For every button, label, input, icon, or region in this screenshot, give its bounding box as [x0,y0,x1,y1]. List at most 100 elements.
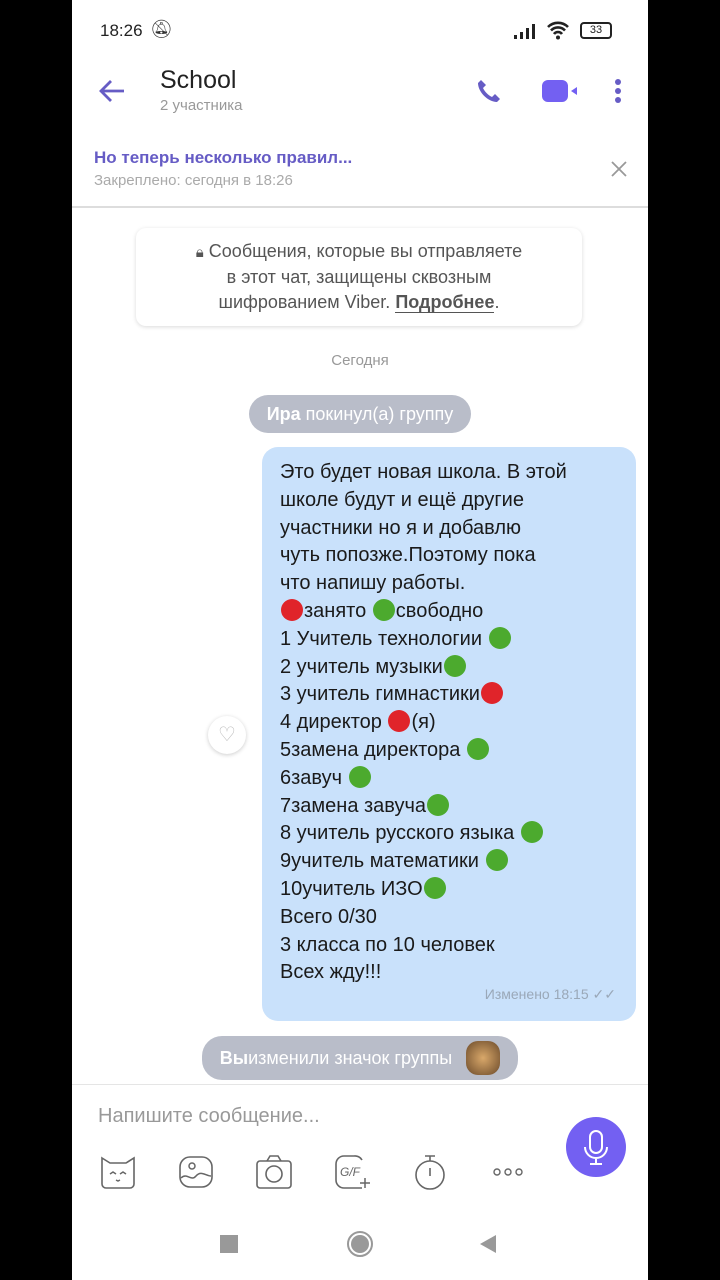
notice-text: . [494,292,500,312]
line-text: 5замена директора [280,738,466,761]
message-line: 2 учитель музыки [280,654,636,682]
mute-icon: 🔕︎ [150,19,173,39]
user-name: Вы [219,1048,249,1068]
chat-title[interactable]: School [160,66,236,95]
user-name: Ира [266,404,301,424]
more-vertical-icon[interactable] [613,78,623,104]
system-text: покинул(а) группу [300,404,454,424]
close-pin-icon[interactable] [610,160,628,178]
more-horizontal-icon[interactable] [488,1152,528,1192]
line-text: 1 Учитель технологии [280,627,488,650]
red-circle-icon [281,598,303,621]
encryption-notice: 🔒︎ Сообщения, которые вы отправляете в э… [136,228,582,326]
line-text: 8 учитель русского языка [280,822,520,845]
message-line: участники но я и добавлю [280,515,636,543]
phone-icon[interactable] [476,78,502,104]
message-line: 4 директор (я) [280,709,636,737]
message-line: 10учитель ИЗО [280,876,636,904]
video-call-icon[interactable] [540,78,580,104]
header-divider [72,206,648,208]
message-line: 5замена директора [280,737,636,765]
line-text: Это будет новая школа. В этой [280,461,567,483]
participants-count: 2 участника [160,97,243,114]
green-circle-icon [466,737,489,760]
pinned-message-title[interactable]: Но теперь несколько правил... [94,148,352,168]
message-line: 3 учитель гимнастики [280,681,636,709]
battery-icon: 33 [580,22,612,39]
svg-text:G/F: G/F [340,1165,361,1179]
timer-icon[interactable] [410,1152,450,1192]
notice-text: шифрованием Viber. [218,292,391,312]
line-text: школе будут и ещё другие [280,488,524,511]
green-circle-icon [423,876,446,899]
wifi-icon [547,21,569,40]
line-text: участники но я и добавлю [280,516,521,539]
line-text: занято [304,599,372,622]
message-line: 9учитель математики [280,848,636,876]
learn-more-link[interactable]: Подробнее [395,292,495,313]
voice-message-button[interactable] [566,1117,626,1177]
system-text: изменили значок группы [248,1048,453,1068]
status-bar: 18:26 🔕︎ 33 [72,0,648,60]
green-circle-icon [488,626,511,649]
sticker-icon[interactable] [98,1152,138,1192]
back-arrow-icon[interactable] [98,78,126,104]
message-line: 3 класса по 10 человек [280,932,636,960]
edited-timestamp: Изменено 18:15 [484,986,589,1003]
line-text: 2 учитель музыки [280,655,443,678]
recent-apps-button[interactable] [220,1235,238,1253]
lock-icon: 🔒︎ [195,244,204,261]
message-line: что напишу работы. [280,570,636,598]
green-circle-icon [427,793,450,816]
date-separator: Сегодня [331,352,389,369]
line-text: 9учитель математики [280,850,485,873]
pinned-message-info: Закреплено: сегодня в 18:26 [94,172,293,189]
message-line: занято свободно [280,598,636,626]
green-circle-icon [485,849,508,872]
red-circle-icon [388,710,411,733]
line-text: Всех жду!!! [280,961,382,984]
clock: 18:26 [100,21,143,40]
gallery-icon[interactable] [176,1152,216,1192]
line-text: (я) [411,711,436,734]
camera-icon[interactable] [254,1152,294,1192]
line-text: чуть попозже.Поэтому пока [280,544,536,567]
like-heart-icon[interactable]: ♡ [208,716,246,754]
message-line: 1 Учитель технологии [280,626,636,654]
message-line: чуть попозже.Поэтому пока [280,542,636,570]
system-message-left: Ира покинул(а) группу [72,395,648,433]
line-text: свободно [395,599,484,622]
notice-text: в этот чат, защищены сквозным [226,267,492,287]
line-text: 6завуч [280,766,348,789]
line-text: 4 директор [280,711,388,734]
line-text: 3 учитель гимнастики [280,683,480,706]
signal-icon [514,24,535,39]
home-button[interactable] [347,1231,373,1257]
notice-text: Сообщения, которые вы отправляете [208,241,523,261]
line-text: что напишу работы. [280,572,466,595]
viber-chat-screen: 18:26 🔕︎ 33 School 2 участника Но теперь… [72,0,648,1280]
message-line: 7замена завуча [280,793,636,821]
group-icon-thumbnail [466,1041,501,1075]
line-text: 10учитель ИЗО [280,877,423,900]
message-meta: Изменено 18:15 ✓✓ [485,981,616,1009]
message-text: Это будет новая школа. В этой школе будут… [280,459,636,987]
green-circle-icon [372,598,395,621]
gif-icon[interactable]: G/F [332,1152,372,1192]
red-circle-icon [480,682,503,705]
line-text: Всего 0/30 [280,905,377,928]
message-line: Всего 0/30 [280,904,636,932]
system-message-icon-changed: Вы изменили значок группы [72,1036,648,1080]
green-circle-icon [443,654,466,677]
microphone-icon [584,1130,608,1165]
green-circle-icon [348,765,371,788]
message-line: школе будут и ещё другие [280,487,636,515]
message-line: 6завуч [280,765,636,793]
green-circle-icon [520,821,543,844]
back-nav-button[interactable] [478,1234,498,1254]
message-line: Это будет новая школа. В этой [280,459,636,487]
message-line: 8 учитель русского языка [280,820,636,848]
message-input[interactable]: Напишите сообщение... [98,1105,538,1128]
message-bubble[interactable]: Это будет новая школа. В этой школе будут… [262,447,636,1021]
line-text: 7замена завуча [280,794,427,817]
